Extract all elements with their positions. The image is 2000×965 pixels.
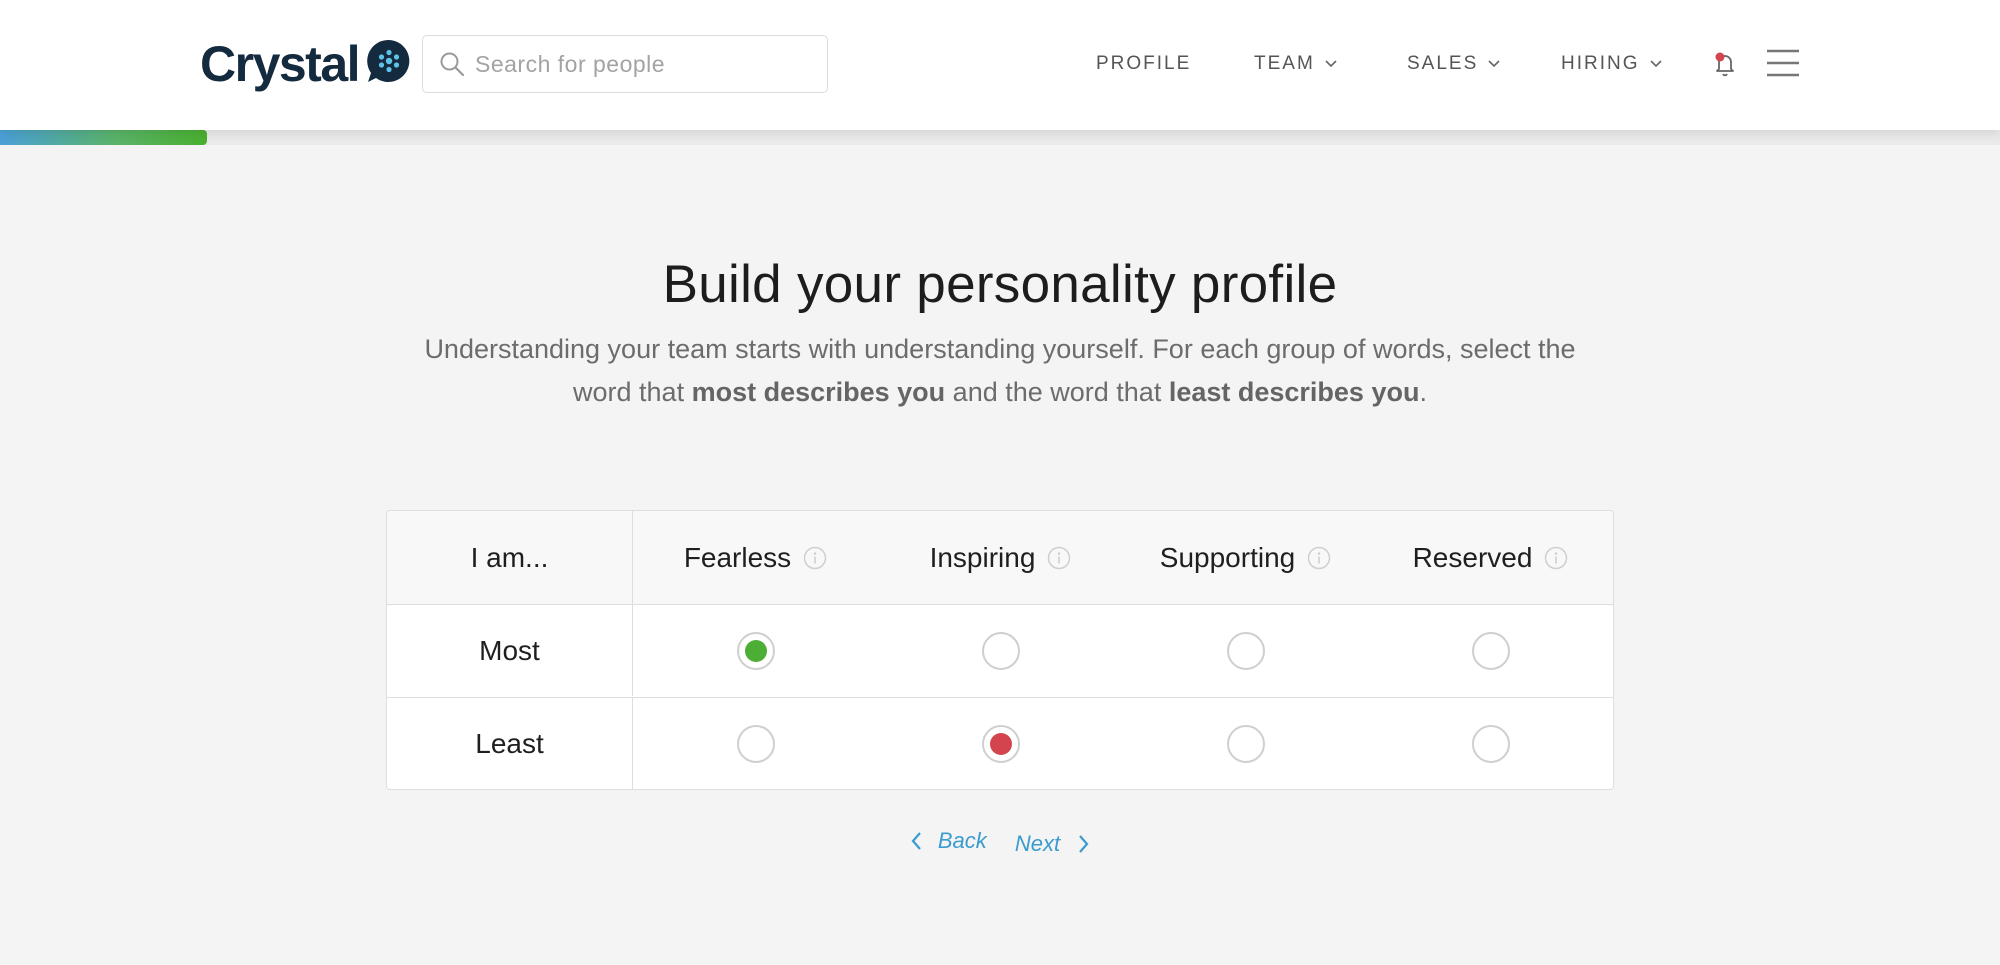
chevron-down-icon bbox=[1488, 60, 1500, 68]
radio-cell bbox=[1368, 605, 1613, 696]
next-button[interactable]: Next bbox=[1015, 831, 1090, 857]
row-label-least: Least bbox=[387, 698, 633, 789]
header-label: I am... bbox=[387, 511, 633, 604]
info-icon[interactable] bbox=[1544, 546, 1568, 570]
crystal-logo[interactable]: Crystal bbox=[200, 34, 411, 94]
chevron-down-icon bbox=[1325, 60, 1337, 68]
search-box[interactable] bbox=[422, 35, 828, 93]
radio-cell bbox=[1123, 698, 1368, 789]
radio-least-inspiring[interactable] bbox=[981, 724, 1020, 763]
table-row-most: Most bbox=[387, 604, 1613, 696]
subtitle-text: and the word that bbox=[945, 377, 1169, 407]
nav-sales-dropdown[interactable]: SALES bbox=[1407, 46, 1500, 82]
back-label: Back bbox=[937, 828, 987, 853]
next-label: Next bbox=[1014, 831, 1061, 856]
pager: Back Next bbox=[0, 828, 2000, 857]
info-icon[interactable] bbox=[1307, 546, 1331, 570]
nav-team-dropdown[interactable]: TEAM bbox=[1254, 46, 1337, 82]
row-label-most: Most bbox=[387, 605, 633, 696]
table-row-least: Least bbox=[387, 697, 1613, 789]
logo-text: Crystal bbox=[200, 36, 361, 92]
radio-cell bbox=[878, 605, 1123, 696]
word-label: Inspiring bbox=[929, 541, 1036, 573]
radio-cell bbox=[633, 698, 878, 789]
radio-most-supporting[interactable] bbox=[1226, 631, 1265, 670]
word-label: Fearless bbox=[683, 541, 792, 573]
radio-most-inspiring[interactable] bbox=[981, 631, 1020, 670]
radio-least-fearless[interactable] bbox=[736, 724, 775, 763]
back-button[interactable]: Back bbox=[910, 828, 987, 854]
word-column-supporting: Supporting bbox=[1123, 511, 1368, 604]
nav-profile-label: PROFILE bbox=[1096, 53, 1192, 74]
subtitle-emphasis-most: most describes you bbox=[691, 377, 946, 407]
bell-icon[interactable] bbox=[1712, 50, 1738, 78]
nav-team-label: TEAM bbox=[1254, 53, 1315, 74]
hamburger-menu-icon[interactable] bbox=[1766, 48, 1800, 78]
subtitle-emphasis-least: least describes you bbox=[1168, 377, 1420, 407]
page-subtitle: Understanding your team starts with unde… bbox=[400, 328, 1600, 414]
progress-bar bbox=[0, 130, 2000, 145]
radio-least-reserved[interactable] bbox=[1471, 724, 1510, 763]
word-column-reserved: Reserved bbox=[1368, 511, 1613, 604]
word-column-inspiring: Inspiring bbox=[878, 511, 1123, 604]
radio-cell bbox=[1368, 698, 1613, 789]
search-icon bbox=[440, 52, 465, 77]
radio-most-fearless[interactable] bbox=[736, 631, 775, 670]
chevron-down-icon bbox=[1649, 60, 1662, 68]
nav-sales-label: SALES bbox=[1407, 53, 1479, 74]
radio-cell bbox=[633, 605, 878, 696]
chevron-right-icon bbox=[1079, 835, 1089, 853]
radio-least-supporting[interactable] bbox=[1226, 724, 1265, 763]
progress-bar-fill bbox=[0, 130, 207, 145]
info-icon[interactable] bbox=[803, 546, 827, 570]
info-icon[interactable] bbox=[1047, 546, 1071, 570]
nav-hiring-dropdown[interactable]: HIRING bbox=[1561, 46, 1662, 82]
search-input[interactable] bbox=[475, 50, 815, 78]
word-label: Supporting bbox=[1159, 541, 1296, 573]
radio-cell bbox=[878, 698, 1123, 789]
word-label: Reserved bbox=[1412, 541, 1533, 573]
nav-profile[interactable]: PROFILE bbox=[1096, 46, 1191, 82]
table-header-row: I am... Fearless Inspiring Supporting Re… bbox=[387, 511, 1613, 604]
chevron-left-icon bbox=[911, 832, 921, 850]
radio-cell bbox=[1123, 605, 1368, 696]
personality-question-table: I am... Fearless Inspiring Supporting Re… bbox=[386, 510, 1614, 790]
crystal-logo-mark-icon bbox=[367, 39, 411, 83]
subtitle-text: . bbox=[1419, 377, 1427, 407]
radio-most-reserved[interactable] bbox=[1471, 631, 1510, 670]
nav-hiring-label: HIRING bbox=[1561, 53, 1640, 74]
word-column-fearless: Fearless bbox=[633, 511, 878, 604]
page-title: Build your personality profile bbox=[662, 255, 1338, 314]
top-navbar: Crystal PROFILE TEAM bbox=[0, 0, 2000, 130]
